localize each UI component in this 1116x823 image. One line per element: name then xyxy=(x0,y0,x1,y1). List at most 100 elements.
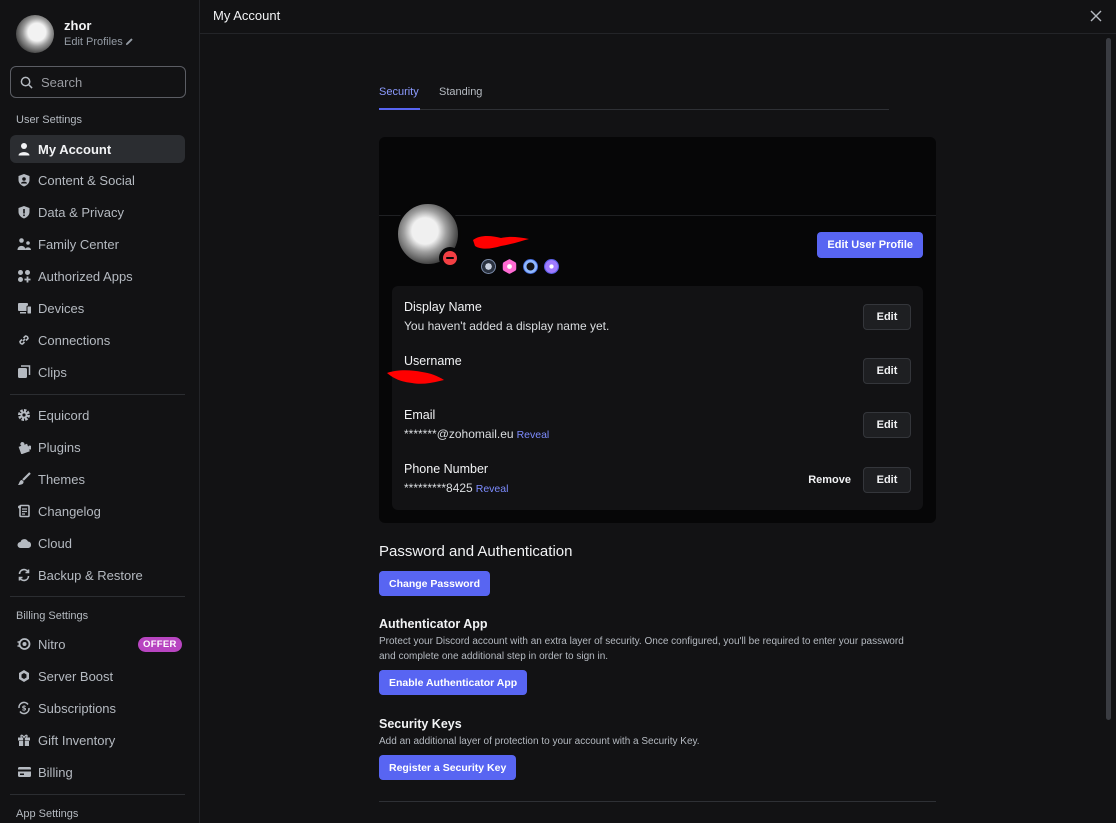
sidebar-item-nitro[interactable]: Nitro OFFER xyxy=(10,630,185,658)
settings-sidebar: zhor Edit Profiles User Settings My Acco… xyxy=(0,0,200,823)
account-fields-panel: Display Name You haven't added a display… xyxy=(387,286,923,510)
password-section-title: Password and Authentication xyxy=(379,543,573,560)
edit-profiles-link[interactable]: Edit Profiles xyxy=(64,36,134,48)
sidebar-item-connections[interactable]: Connections xyxy=(10,326,185,354)
sidebar-item-content-social[interactable]: Content & Social xyxy=(10,166,185,194)
field-value-row: *********8425 Reveal xyxy=(404,481,508,495)
refresh-icon xyxy=(16,567,32,583)
nitro-icon xyxy=(16,636,32,652)
card-icon xyxy=(16,764,32,780)
profile-name: zhor xyxy=(64,18,92,33)
badge-icon[interactable] xyxy=(523,259,538,274)
shield-icon xyxy=(16,204,32,220)
account-tabs: Security Standing xyxy=(379,86,889,110)
sidebar-item-subscriptions[interactable]: $ Subscriptions xyxy=(10,694,185,722)
sidebar-item-clips[interactable]: Clips xyxy=(10,358,185,386)
sidebar-item-gift-inventory[interactable]: Gift Inventory xyxy=(10,726,185,754)
edit-display-name-button[interactable]: Edit xyxy=(863,304,911,330)
sidebar-item-devices[interactable]: Devices xyxy=(10,294,185,322)
edit-phone-button[interactable]: Edit xyxy=(863,467,911,493)
edit-user-profile-button[interactable]: Edit User Profile xyxy=(817,232,923,258)
brush-icon xyxy=(16,471,32,487)
badge-icon[interactable] xyxy=(502,259,517,274)
sidebar-divider xyxy=(10,394,185,395)
redacted-username-mark xyxy=(473,236,529,249)
app-settings-heading: App Settings xyxy=(16,808,79,820)
sidebar-item-label: Changelog xyxy=(38,503,101,519)
gift-icon xyxy=(16,732,32,748)
puzzle-icon xyxy=(16,439,32,455)
authenticator-description: Protect your Discord account with an ext… xyxy=(379,636,904,662)
scrollbar-thumb[interactable] xyxy=(1106,38,1111,720)
sidebar-item-label: My Account xyxy=(38,141,112,157)
close-button[interactable] xyxy=(1090,9,1102,27)
sidebar-item-label: Themes xyxy=(38,471,85,487)
close-icon xyxy=(1090,10,1102,22)
enable-authenticator-button[interactable]: Enable Authenticator App xyxy=(379,670,528,695)
sidebar-item-label: Equicord xyxy=(38,407,90,423)
edit-profiles-label: Edit Profiles xyxy=(64,36,123,48)
username-field: Username xyxy=(404,354,462,368)
offer-badge: OFFER xyxy=(138,637,182,652)
pencil-icon xyxy=(125,38,133,46)
page-title: My Account xyxy=(213,8,281,23)
sidebar-item-equicord[interactable]: Equicord xyxy=(10,401,185,429)
boost-icon xyxy=(16,668,32,684)
section-divider xyxy=(379,801,936,802)
field-value: *********8425 xyxy=(404,481,473,495)
sidebar-item-cloud[interactable]: Cloud xyxy=(10,529,185,557)
phone-number-field: Phone Number *********8425 Reveal xyxy=(404,462,508,495)
field-label: Display Name xyxy=(404,300,482,314)
sidebar-item-changelog[interactable]: Changelog xyxy=(10,497,185,525)
gear-icon xyxy=(16,407,32,423)
search-input[interactable] xyxy=(41,73,181,91)
change-password-button[interactable]: Change Password xyxy=(379,571,491,596)
sidebar-item-label: Devices xyxy=(38,300,85,316)
sidebar-item-my-account[interactable]: My Account xyxy=(10,135,185,163)
sidebar-divider xyxy=(10,794,185,795)
tab-standing[interactable]: Standing xyxy=(439,86,482,98)
edit-email-button[interactable]: Edit xyxy=(863,412,911,438)
sidebar-item-backup-restore[interactable]: Backup & Restore xyxy=(10,561,185,589)
sidebar-item-label: Billing xyxy=(38,764,73,780)
profile-card: Edit User Profile Display Name You haven… xyxy=(379,137,936,523)
subscriptions-icon: $ xyxy=(16,700,32,716)
badge-icon[interactable] xyxy=(481,259,496,274)
field-value: You haven't added a display name yet. xyxy=(404,319,610,333)
sidebar-item-themes[interactable]: Themes xyxy=(10,465,185,493)
sidebar-item-label: Cloud xyxy=(38,535,72,551)
edit-username-button[interactable]: Edit xyxy=(863,358,911,384)
sidebar-item-label: Authorized Apps xyxy=(38,268,133,284)
sidebar-item-plugins[interactable]: Plugins xyxy=(10,433,185,461)
sidebar-item-label: Connections xyxy=(38,332,111,348)
sidebar-item-label: Gift Inventory xyxy=(38,732,116,748)
sidebar-item-label: Content & Social xyxy=(38,172,135,188)
link-icon xyxy=(16,332,32,348)
sidebar-item-label: Subscriptions xyxy=(38,700,117,716)
field-label: Email xyxy=(404,408,436,422)
profile-switcher[interactable]: zhor Edit Profiles xyxy=(16,15,196,55)
search-field[interactable] xyxy=(10,66,186,98)
sidebar-item-authorized-apps[interactable]: Authorized Apps xyxy=(10,262,185,290)
sidebar-item-server-boost[interactable]: Server Boost xyxy=(10,662,185,690)
avatar[interactable] xyxy=(16,15,54,53)
billing-settings-heading: Billing Settings xyxy=(16,610,89,622)
reveal-email-link[interactable]: Reveal xyxy=(517,429,550,441)
devices-icon xyxy=(16,300,32,316)
remove-phone-button[interactable]: Remove xyxy=(808,474,851,486)
family-icon xyxy=(16,236,32,252)
tab-security[interactable]: Security xyxy=(379,86,419,98)
apps-icon xyxy=(16,268,32,284)
sidebar-item-label: Plugins xyxy=(38,439,81,455)
register-security-key-button[interactable]: Register a Security Key xyxy=(379,755,517,780)
sidebar-item-family-center[interactable]: Family Center xyxy=(10,230,185,258)
reveal-phone-link[interactable]: Reveal xyxy=(476,483,509,495)
profile-badges xyxy=(481,259,559,274)
sidebar-item-label: Data & Privacy xyxy=(38,204,124,220)
dnd-status-icon xyxy=(439,247,461,269)
sidebar-item-data-privacy[interactable]: Data & Privacy xyxy=(10,198,185,226)
sidebar-item-label: Server Boost xyxy=(38,668,114,684)
sidebar-item-billing[interactable]: Billing xyxy=(10,758,185,786)
badge-icon[interactable] xyxy=(544,259,559,274)
header-bar: My Account xyxy=(200,0,1116,34)
